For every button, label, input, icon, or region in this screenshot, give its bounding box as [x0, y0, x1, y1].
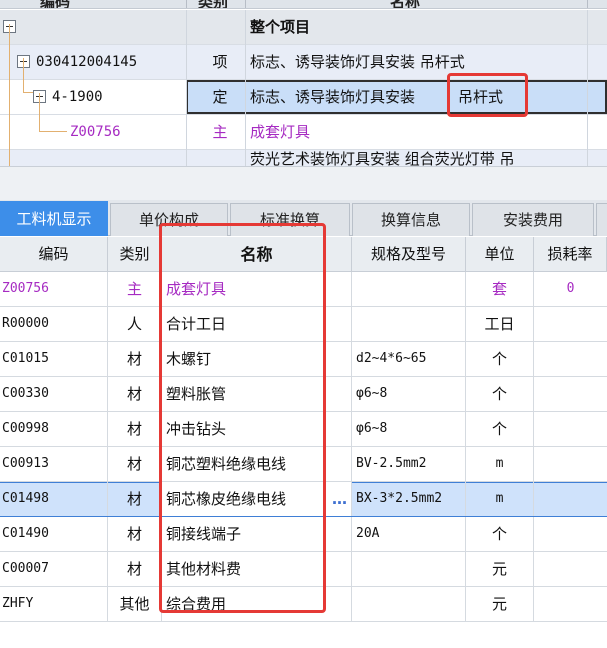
item-name: 标志、诱导装饰灯具安装 吊杆式 — [250, 53, 465, 71]
highlight-box-suspension — [447, 73, 528, 117]
cell-unit: 个 — [466, 412, 534, 446]
cell-code: C01490 — [0, 517, 108, 551]
tree-row-project[interactable]: 整个项目 — [0, 10, 607, 45]
cell-code: R00000 — [0, 307, 108, 341]
item-code: 030412004145 — [36, 54, 138, 70]
cell-unit: 套 — [466, 272, 534, 306]
cell-loss-rate[interactable] — [534, 517, 607, 551]
tree-grid-header: 编码 类别 名称 — [0, 0, 607, 9]
col-header-code[interactable]: 编码 — [0, 237, 108, 272]
cell-type: 材 — [108, 517, 162, 551]
cell-unit: 工日 — [466, 307, 534, 341]
cell-type: 材 — [108, 412, 162, 446]
cell-code: C00330 — [0, 377, 108, 411]
cell-unit: 元 — [466, 552, 534, 586]
cell-loss-rate[interactable] — [534, 342, 607, 376]
cell-spec[interactable]: φ6~8 — [352, 412, 466, 446]
tab-labor-material-machine[interactable]: 工料机显示 — [0, 201, 108, 236]
cell-spec[interactable] — [352, 272, 466, 306]
material-code: Z00756 — [70, 124, 121, 140]
cell-spec[interactable]: 20A — [352, 517, 466, 551]
cell-spec[interactable]: BX-3*2.5mm2 — [352, 482, 466, 516]
project-name: 整个项目 — [250, 18, 311, 36]
cell-code: C00007 — [0, 552, 108, 586]
cell-spec[interactable]: d2~4*6~65 — [352, 342, 466, 376]
quota-code: 4-1900 — [52, 89, 103, 105]
cell-loss-rate[interactable] — [534, 447, 607, 481]
header-name[interactable]: 名称 — [390, 0, 420, 8]
highlight-box-name-column — [159, 223, 326, 613]
cell-type: 材 — [108, 552, 162, 586]
tree-row-next[interactable]: 荧光艺术装饰灯具安装 组合荧光灯带 吊 — [0, 150, 607, 166]
next-row-name: 荧光艺术装饰灯具安装 组合荧光灯带 吊 — [250, 150, 515, 166]
cell-type: 材 — [108, 377, 162, 411]
cell-spec[interactable]: BV-2.5mm2 — [352, 447, 466, 481]
quota-type: 定 — [212, 88, 228, 106]
cell-type: 材 — [108, 342, 162, 376]
cell-type: 材 — [108, 447, 162, 481]
cell-spec[interactable]: φ6~8 — [352, 377, 466, 411]
tab-install-fee[interactable]: 安装费用 — [472, 203, 594, 236]
cell-type: 人 — [108, 307, 162, 341]
header-type[interactable]: 类别 — [198, 0, 228, 8]
material-type: 主 — [212, 123, 228, 141]
cell-code: ZHFY — [0, 587, 108, 621]
cell-loss-rate[interactable] — [534, 482, 607, 516]
cell-unit: m — [466, 482, 534, 516]
cell-loss-rate[interactable] — [534, 587, 607, 621]
cell-loss-rate[interactable] — [534, 377, 607, 411]
cell-code: Z00756 — [0, 272, 108, 306]
cell-unit: 个 — [466, 377, 534, 411]
cell-type: 材 — [108, 482, 162, 516]
header-code[interactable]: 编码 — [40, 0, 70, 8]
col-header-loss-rate[interactable]: 损耗率 — [534, 237, 607, 272]
cell-loss-rate[interactable] — [534, 307, 607, 341]
cell-unit: 个 — [466, 342, 534, 376]
cell-code: C00913 — [0, 447, 108, 481]
cell-spec[interactable] — [352, 552, 466, 586]
cell-spec[interactable] — [352, 587, 466, 621]
col-header-spec[interactable]: 规格及型号 — [352, 237, 466, 272]
cell-loss-rate[interactable]: 0 — [534, 272, 607, 306]
cell-unit: m — [466, 447, 534, 481]
cell-code: C00998 — [0, 412, 108, 446]
cell-type: 主 — [108, 272, 162, 306]
col-header-unit[interactable]: 单位 — [466, 237, 534, 272]
cell-unit: 个 — [466, 517, 534, 551]
tab-more[interactable] — [596, 203, 607, 236]
cell-loss-rate[interactable] — [534, 412, 607, 446]
splitter[interactable] — [0, 166, 607, 200]
col-header-type[interactable]: 类别 — [108, 237, 162, 272]
cell-code: C01015 — [0, 342, 108, 376]
cell-type: 其他 — [108, 587, 162, 621]
item-type: 项 — [212, 53, 228, 71]
cell-code: C01498 — [0, 482, 108, 516]
cell-unit: 元 — [466, 587, 534, 621]
cell-spec[interactable] — [352, 307, 466, 341]
cell-loss-rate[interactable] — [534, 552, 607, 586]
tab-conversion-info[interactable]: 换算信息 — [352, 203, 470, 236]
material-name: 成套灯具 — [250, 123, 311, 141]
tree-row-material[interactable]: Z00756 主 成套灯具 — [0, 115, 607, 150]
quota-name: 标志、诱导装饰灯具安装 — [250, 88, 416, 106]
ellipsis-button[interactable]: … — [328, 482, 352, 516]
